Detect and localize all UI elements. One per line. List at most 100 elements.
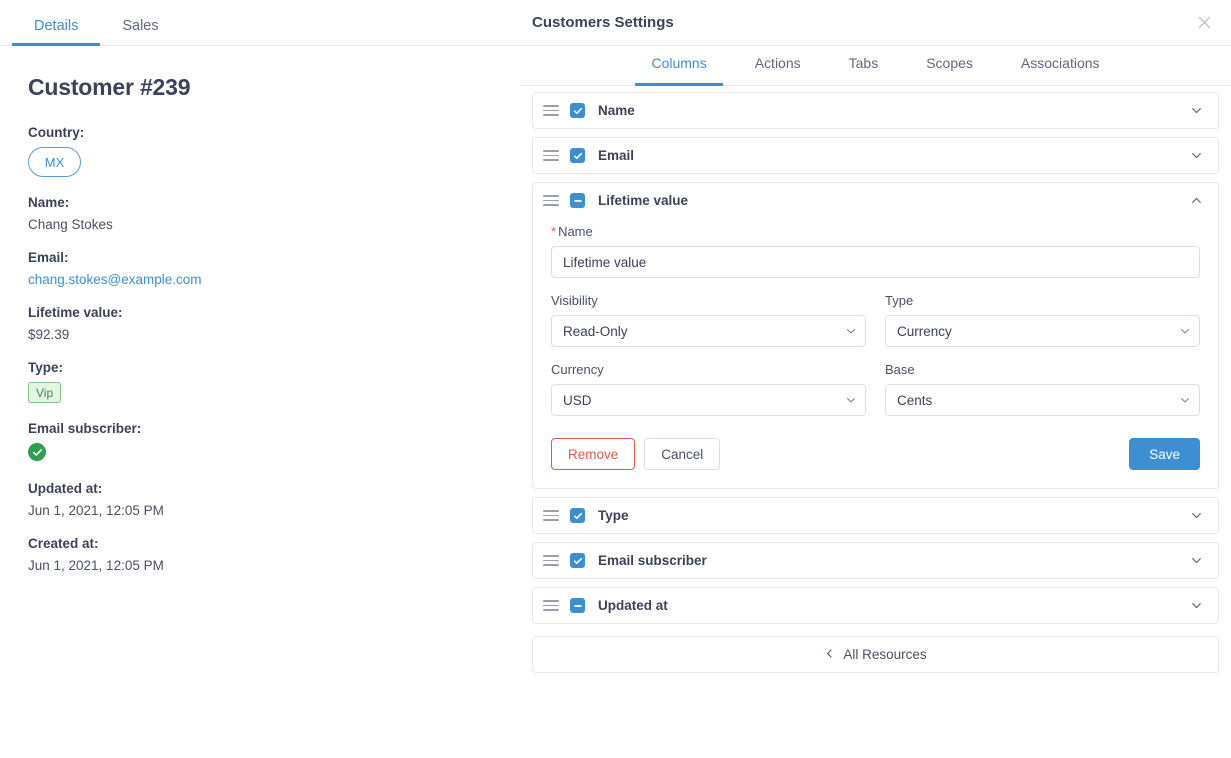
table-row[interactable]: Updated at (533, 588, 1218, 623)
chevron-up-icon[interactable] (1188, 193, 1204, 209)
tab-columns-label: Columns (651, 55, 707, 71)
visibility-type-row: Visibility Read-Only Type Currency (551, 293, 1200, 347)
visibility-select-wrap: Read-Only (551, 315, 866, 347)
chevron-down-icon[interactable] (1188, 148, 1204, 164)
column-checkbox-indeterminate[interactable] (570, 598, 585, 613)
field-lifetime-value: Lifetime value: $92.39 (28, 305, 492, 342)
tab-scopes[interactable]: Scopes (902, 46, 997, 85)
table-row[interactable]: Email (533, 138, 1218, 173)
column-checkbox-indeterminate[interactable] (570, 193, 585, 208)
chevron-down-icon[interactable] (1188, 508, 1204, 524)
field-email-subscriber: Email subscriber: (28, 421, 492, 463)
column-checkbox[interactable] (570, 508, 585, 523)
field-updated-at: Updated at: Jun 1, 2021, 12:05 PM (28, 481, 492, 518)
type-select[interactable]: Currency (885, 315, 1200, 347)
name-field-label-text: Name (558, 224, 593, 239)
tab-associations-label: Associations (1020, 55, 1100, 71)
column-label: Updated at (598, 598, 668, 613)
column-label: Name (598, 103, 635, 118)
drag-handle-icon[interactable] (543, 194, 559, 208)
tab-associations[interactable]: Associations (997, 46, 1124, 85)
tab-actions-label: Actions (754, 55, 801, 71)
column-card-type: Type (532, 497, 1219, 534)
table-row[interactable]: Email subscriber (533, 543, 1218, 578)
visibility-label: Visibility (551, 293, 598, 308)
name-field-label: * Name (551, 224, 1200, 239)
column-label: Email subscriber (598, 553, 707, 568)
chevron-down-icon[interactable] (1188, 598, 1204, 614)
field-type: Type: Vip (28, 360, 492, 403)
save-button[interactable]: Save (1129, 438, 1200, 470)
base-label: Base (885, 362, 915, 377)
type-label: Type (885, 293, 914, 308)
field-name-label: Name: (28, 195, 70, 210)
column-card-email: Email (532, 137, 1219, 174)
chevron-down-icon[interactable] (1188, 553, 1204, 569)
field-email-value[interactable]: chang.stokes@example.com (28, 272, 492, 287)
field-created-at-value: Jun 1, 2021, 12:05 PM (28, 557, 164, 573)
table-row[interactable]: Name (533, 93, 1218, 128)
drag-handle-icon[interactable] (543, 149, 559, 163)
drag-handle-icon[interactable] (543, 104, 559, 118)
required-asterisk: * (551, 224, 557, 239)
visibility-select[interactable]: Read-Only (551, 315, 866, 347)
name-input[interactable] (551, 246, 1200, 278)
field-email-subscriber-label: Email subscriber: (28, 421, 142, 436)
page-title: Customer #239 (28, 74, 191, 100)
field-created-at: Created at: Jun 1, 2021, 12:05 PM (28, 536, 492, 573)
customer-details-pane: Details Sales Customer #239 Country: MX … (0, 0, 520, 758)
column-checkbox[interactable] (570, 148, 585, 163)
field-name: Name: Chang Stokes (28, 195, 492, 232)
field-country: Country: MX (28, 125, 492, 177)
drag-handle-icon[interactable] (543, 599, 559, 613)
tab-sales[interactable]: Sales (100, 17, 180, 46)
field-email: Email: chang.stokes@example.com (28, 250, 492, 287)
column-label: Email (598, 148, 635, 163)
type-group: Type Currency (885, 293, 1200, 347)
form-actions: Remove Cancel Save (551, 438, 1200, 470)
base-select[interactable]: Cents (885, 384, 1200, 416)
column-label: Type (598, 508, 629, 523)
field-lifetime-value-value: $92.39 (28, 327, 70, 342)
tab-scopes-label: Scopes (926, 55, 973, 71)
customer-details-body: Customer #239 Country: MX Name: Chang St… (0, 46, 520, 573)
base-group: Base Cents (885, 362, 1200, 416)
chevron-down-icon[interactable] (1188, 103, 1204, 119)
table-row[interactable]: Lifetime value (533, 183, 1218, 218)
field-name-value: Chang Stokes (28, 217, 113, 232)
all-resources-button[interactable]: All Resources (532, 636, 1219, 673)
tab-details[interactable]: Details (12, 18, 101, 46)
field-country-label: Country: (28, 125, 85, 140)
field-lifetime-value-label: Lifetime value: (28, 305, 123, 320)
field-email-label: Email: (28, 250, 69, 265)
currency-base-row: Currency USD Base Cents (551, 362, 1200, 416)
country-badge: MX (28, 147, 81, 177)
close-icon[interactable] (1191, 10, 1217, 36)
settings-panel-title: Customers Settings (532, 14, 674, 31)
customer-tabs: Details Sales (0, 0, 520, 46)
column-edit-form: *Name Visibility Read-Only (533, 218, 1218, 488)
table-row[interactable]: Type (533, 498, 1218, 533)
tab-actions[interactable]: Actions (731, 46, 825, 85)
column-checkbox[interactable] (570, 103, 585, 118)
settings-tabs: Columns Actions Tabs Scopes Associations (520, 46, 1231, 86)
column-card-updated-at: Updated at (532, 587, 1219, 624)
tab-tabs[interactable]: Tabs (825, 46, 903, 85)
tab-tabs-label: Tabs (848, 55, 879, 71)
column-card-email-subscriber: Email subscriber (532, 542, 1219, 579)
status-badge: Vip (28, 382, 62, 403)
drag-handle-icon[interactable] (543, 509, 559, 523)
column-checkbox[interactable] (570, 553, 585, 568)
drag-handle-icon[interactable] (543, 554, 559, 568)
cancel-button[interactable]: Cancel (644, 438, 721, 470)
settings-panel: Customers Settings Columns Actions Tabs … (520, 0, 1231, 758)
currency-label: Currency (551, 362, 604, 377)
all-resources-label: All Resources (843, 647, 927, 662)
tab-sales-label: Sales (122, 17, 159, 34)
field-updated-at-value: Jun 1, 2021, 12:05 PM (28, 502, 164, 518)
tab-columns[interactable]: Columns (627, 46, 730, 86)
currency-select[interactable]: USD (551, 384, 866, 416)
column-card-lifetime-value: Lifetime value *Name Visibility (532, 182, 1219, 489)
remove-button[interactable]: Remove (551, 438, 636, 470)
visibility-group: Visibility Read-Only (551, 293, 866, 347)
